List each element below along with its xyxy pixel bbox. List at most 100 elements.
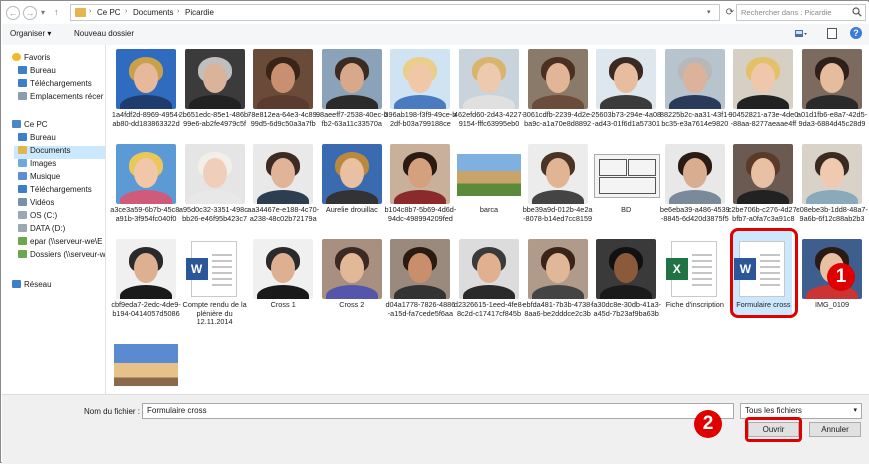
filename-input[interactable]: Formulaire cross (142, 403, 734, 419)
nav-fav-downloads[interactable]: Téléchargements (18, 79, 92, 92)
help-icon[interactable]: ? (850, 27, 862, 39)
file-item[interactable]: 88225b2c-aa31-43f1-bc35-e3a7614e9820 (659, 49, 731, 141)
forward-button[interactable]: → (23, 6, 37, 20)
file-name-label: cbf9eda7-2edc-4de9-b194-0414057d5086 (111, 300, 181, 318)
file-item[interactable]: Cross 1 (247, 239, 319, 331)
photo-thumbnail (253, 49, 314, 109)
documents-icon (18, 146, 27, 154)
nav-label: Bureau (30, 133, 56, 142)
file-item[interactable]: b104c8b7-5b69-4d6d-94dc-498994209fed (384, 144, 456, 236)
file-item[interactable]: 2b651edc-85e1-486b-99e6-ab2fe4979c5f (179, 49, 251, 141)
photo-thumbnail (321, 49, 382, 109)
breadcrumb-documents[interactable]: Documents (133, 8, 173, 17)
view-options-icon[interactable] (795, 29, 807, 39)
file-item[interactable]: 90452821-a73e-4de0-88aa-8277aeaae4ff (727, 49, 799, 141)
file-name-label: IMG_0109 (814, 300, 850, 309)
file-item[interactable]: W Compte rendu de la plénière du 12.11.20… (179, 239, 251, 331)
nav-pc-epar[interactable]: epar (\\serveur-we\E (18, 237, 102, 250)
star-icon (12, 53, 21, 61)
file-name-label: Cross 2 (339, 300, 365, 309)
photo-thumbnail (321, 144, 382, 204)
file-item[interactable]: 78e812ea-64e3-4c89-99d5-6d9c50a3a7fb (247, 49, 319, 141)
nav-pc-os[interactable]: OS (C:) (18, 211, 57, 224)
photo-thumbnail (527, 144, 588, 204)
nav-pc-downloads[interactable]: Téléchargements (18, 185, 92, 198)
nav-pc-videos[interactable]: Vidéos (18, 198, 54, 211)
chevron-down-icon: ▾ (853, 407, 857, 414)
file-name-label: c08ebe3b-1dd8-48a7-9a6b-6f12c88ab2b3 (796, 205, 868, 223)
address-bar[interactable]: › Ce PC › Documents › Picardie ▾ (70, 4, 720, 21)
nav-pc-documents[interactable]: Documents (14, 146, 105, 159)
search-input[interactable]: Rechercher dans : Picardie (736, 4, 866, 21)
up-icon[interactable]: ↑ (54, 7, 59, 17)
landscape-image-icon (457, 154, 521, 196)
file-name-label: 90452821-a73e-4de0-88aa-8277aeaae4ff (728, 110, 799, 128)
landscape-image-icon (114, 344, 178, 386)
breadcrumb-thispc[interactable]: Ce PC (97, 8, 121, 17)
file-item[interactable]: ebfda481-7b3b-4738-8aa6-be2dddce2c3b (522, 239, 594, 331)
file-name-label: 3061cdfb-2239-4d2e-ba9c-a1a70e8d8892 (522, 110, 593, 128)
network-icon (12, 280, 21, 288)
file-name-label: 88225b2c-aa31-43f1-bc35-e3a7614e9820 (659, 110, 730, 128)
file-item[interactable]: 1a4fdf2d-8969-4954-ab80-dd183863322d (110, 49, 182, 141)
photo-thumbnail (321, 239, 382, 299)
photo-thumbnail (184, 144, 245, 204)
file-name-label: Compte rendu de la plénière du 12.11.201… (182, 300, 247, 327)
nav-favorites[interactable]: Favoris (12, 53, 50, 66)
file-item[interactable]: BD (590, 144, 662, 236)
nav-label: Téléchargements (30, 185, 92, 194)
nav-pc-bureau[interactable]: Bureau (18, 133, 56, 146)
file-item[interactable]: d04a1778-7826-4886-a15d-fa7cede5f6aa (384, 239, 456, 331)
file-item[interactable]: 396ab198-f3f9-49ce-b2df-b03a799188ce (384, 49, 456, 141)
file-item[interactable]: 462efd60-2d43-4227-9154-fffc63995eb0 (453, 49, 525, 141)
recent-locations-icon[interactable]: ▾ (41, 8, 45, 17)
file-name-label: Aurelie drouillac (325, 205, 378, 214)
photo-thumbnail (116, 144, 176, 204)
nav-pc-images[interactable]: Images (18, 159, 56, 172)
file-item[interactable]: Cross 2 (316, 239, 388, 331)
nav-thispc[interactable]: Ce PC (12, 120, 48, 133)
photo-thumbnail (253, 239, 314, 299)
breadcrumb-picardie[interactable]: Picardie (185, 8, 214, 17)
nav-label: Favoris (24, 53, 51, 62)
file-item[interactable]: a95d0c32-3351-498c-bb26-e46f95b423c7 (179, 144, 251, 236)
file-item[interactable]: c2be706b-c276-4d27-bfb7-a0fa7c3a91c8 (727, 144, 799, 236)
file-name-label: d2326615-1eed-4fe8-8c2d-c17417cf845b (453, 300, 525, 318)
photo-thumbnail (527, 239, 588, 299)
nav-pc-music[interactable]: Musique (18, 172, 60, 185)
nav-label: Dossiers (\\serveur-w (30, 250, 106, 259)
file-item[interactable]: fa30dc8e-30db-41a3-a45d-7b23af9ba63b (590, 239, 662, 331)
file-item[interactable]: a3ce3a59-6b7b-45c8-a91b-3f954fc040f0 (110, 144, 182, 236)
cancel-button[interactable]: Annuler (809, 422, 861, 437)
file-name-label: 396ab198-f3f9-49ce-b2df-b03a799188ce (384, 110, 457, 128)
photo-thumbnail (253, 144, 314, 204)
file-name-label: 25603b73-294e-4a08-ad43-01f6d1a57301 (591, 110, 662, 128)
file-item[interactable]: X Fiche d'inscription (659, 239, 731, 331)
nav-fav-bureau[interactable]: Bureau (18, 66, 56, 79)
photo-thumbnail (390, 49, 451, 109)
file-item[interactable]: d2326615-1eed-4fe8-8c2d-c17417cf845b (453, 239, 525, 331)
file-item[interactable]: c08ebe3b-1dd8-48a7-9a6b-6f12c88ab2b3 (796, 144, 868, 236)
new-folder-button[interactable]: Nouveau dossier (74, 29, 134, 38)
back-button[interactable]: ← (6, 6, 20, 20)
nav-fav-recent[interactable]: Emplacements récer (18, 92, 103, 105)
nav-pc-dossiers[interactable]: Dossiers (\\serveur-w (18, 250, 106, 263)
file-item[interactable]: a01d1fb6-e8a7-42d5-9da3-6884d45c28d9 (796, 49, 868, 141)
nav-label: epar (\\serveur-we\E (30, 237, 103, 246)
nav-pc-data[interactable]: DATA (D:) (18, 224, 65, 237)
computer-icon (12, 120, 21, 128)
preview-pane-icon[interactable] (827, 28, 837, 39)
file-item[interactable]: cbf9eda7-2edc-4de9-b194-0414057d5086 (110, 239, 182, 331)
file-item[interactable]: madrid (110, 334, 182, 394)
file-item[interactable]: 25603b73-294e-4a08-ad43-01f6d1a57301 (590, 49, 662, 141)
file-item[interactable]: bbe39a9d-012b-4e2a-8078-b14ed7cc8159 (522, 144, 594, 236)
file-item[interactable]: Aurelie drouillac (316, 144, 388, 236)
file-item[interactable]: be6eba39-a486-4539-8845-6d420d3875f5 (659, 144, 731, 236)
file-item[interactable]: 98aeeff7-2538-40ec-bfb2-63a11c33570a (316, 49, 388, 141)
file-name-label: 1a4fdf2d-8969-4954-ab80-dd183863322d (111, 110, 181, 128)
file-item[interactable]: aa34467e-e188-4c70-a238-48c02b72179a (247, 144, 319, 236)
file-item[interactable]: 3061cdfb-2239-4d2e-ba9c-a1a70e8d8892 (522, 49, 594, 141)
organize-button[interactable]: Organiser ▾ (10, 29, 51, 38)
file-item[interactable]: barca (453, 144, 525, 236)
nav-network[interactable]: Réseau (12, 280, 52, 293)
